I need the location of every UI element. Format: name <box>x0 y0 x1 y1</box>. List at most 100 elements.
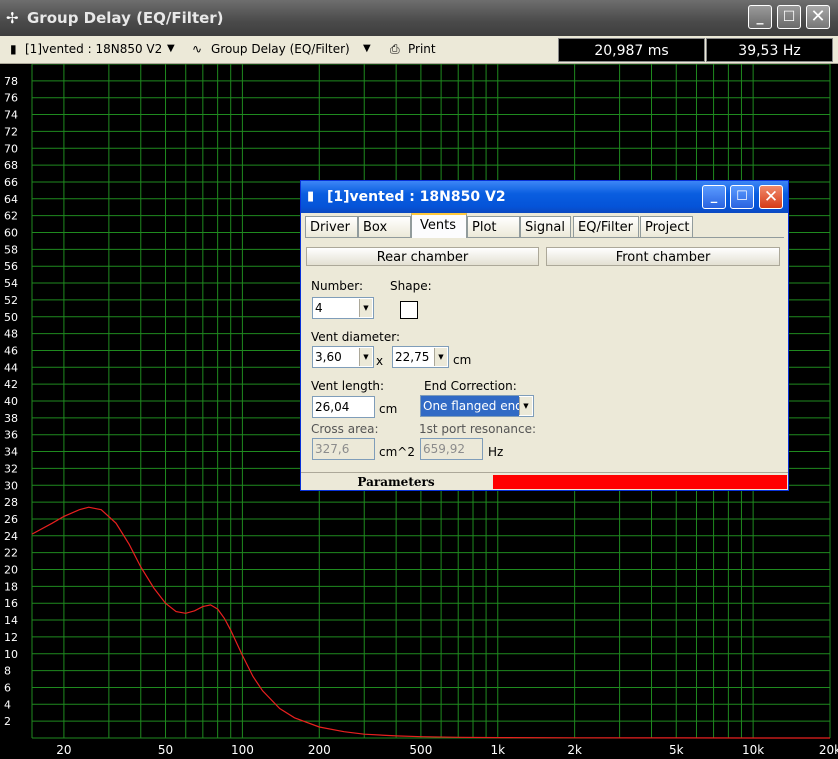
y-tick-label: 22 <box>4 547 18 560</box>
wave-icon: ∿ <box>192 42 203 56</box>
tab-eq-filter[interactable]: EQ/Filter <box>573 216 639 237</box>
y-tick-label: 2 <box>4 715 11 728</box>
minimize-icon: _ <box>756 9 764 25</box>
front-chamber-button[interactable]: Front chamber <box>546 247 780 266</box>
cross-area-label: Cross area: <box>311 422 379 436</box>
y-tick-label: 54 <box>4 277 18 290</box>
tab-plot[interactable]: Plot <box>467 216 520 237</box>
x-tick-label: 2k <box>567 743 582 757</box>
dialog-titlebar[interactable]: ▮ [1]vented : 18N850 V2 _ ☐ ✕ <box>301 181 788 213</box>
tab-driver[interactable]: Driver <box>305 216 358 237</box>
y-tick-label: 30 <box>4 479 18 492</box>
chevron-down-icon[interactable]: ▼ <box>434 348 447 366</box>
plot-dropdown-arrow-icon[interactable]: ▼ <box>363 39 371 59</box>
minimize-icon: _ <box>710 189 718 204</box>
port-resonance-label: 1st port resonance: <box>419 422 537 436</box>
number-select[interactable]: 4 ▼ <box>312 297 374 319</box>
dialog-maximize-button[interactable]: ☐ <box>730 185 754 209</box>
vented-box-dialog: ▮ [1]vented : 18N850 V2 _ ☐ ✕ Driver Box… <box>300 180 789 491</box>
vent-length-label: Vent length: <box>311 379 385 393</box>
group-delay-series-line <box>31 506 830 739</box>
printer-icon: ⎙ <box>390 42 400 56</box>
chevron-down-icon[interactable]: ▼ <box>359 299 372 317</box>
speaker-icon: ▮ <box>307 189 315 204</box>
y-tick-label: 42 <box>4 378 18 391</box>
shape-label: Shape: <box>390 279 432 293</box>
close-icon: ✕ <box>810 6 826 27</box>
minimize-button[interactable]: _ <box>748 5 772 29</box>
vent-diameter-input-1[interactable]: 3,60 ▼ <box>312 346 374 368</box>
port-resonance-unit: Hz <box>488 445 504 459</box>
driver-dropdown-arrow-icon[interactable]: ▼ <box>167 39 175 59</box>
maximize-button[interactable]: ☐ <box>777 5 801 29</box>
y-tick-label: 8 <box>4 665 11 678</box>
y-tick-label: 62 <box>4 210 18 223</box>
tab-signal[interactable]: Signal <box>520 216 571 237</box>
maximize-icon: ☐ <box>736 189 748 204</box>
vent-diameter-label: Vent diameter: <box>311 330 401 344</box>
number-label: Number: <box>311 279 364 293</box>
dialog-close-button[interactable]: ✕ <box>759 185 783 209</box>
crosshair-icon: ✢ <box>6 9 19 27</box>
y-tick-label: 12 <box>4 631 18 644</box>
y-tick-label: 26 <box>4 513 18 526</box>
vent-diameter-value-1: 3,60 <box>315 350 342 364</box>
vent-length-input[interactable]: 26,04 <box>312 396 375 418</box>
y-tick-label: 44 <box>4 361 18 374</box>
tab-box[interactable]: Box <box>358 216 411 237</box>
y-tick-label: 46 <box>4 344 18 357</box>
cross-area-field: 327,6 <box>312 438 375 460</box>
end-correction-select[interactable]: One flanged end ▼ <box>420 395 534 417</box>
x-tick-label: 100 <box>231 743 254 757</box>
y-tick-label: 20 <box>4 564 18 577</box>
y-tick-label: 50 <box>4 311 18 324</box>
y-tick-label: 32 <box>4 462 18 475</box>
maximize-icon: ☐ <box>782 9 796 25</box>
y-tick-label: 64 <box>4 193 18 206</box>
y-tick-label: 76 <box>4 92 18 105</box>
x-tick-label: 1k <box>490 743 505 757</box>
vent-length-unit: cm <box>379 402 398 416</box>
y-tick-label: 24 <box>4 530 18 543</box>
number-value: 4 <box>315 301 323 315</box>
y-tick-label: 56 <box>4 260 18 273</box>
print-label: Print <box>408 42 436 56</box>
y-tick-label: 10 <box>4 648 18 661</box>
frequency-readout: 39,53 Hz <box>706 38 833 62</box>
close-button[interactable]: ✕ <box>806 5 830 29</box>
y-tick-label: 48 <box>4 328 18 341</box>
y-tick-label: 28 <box>4 496 18 509</box>
x-tick-label: 500 <box>409 743 432 757</box>
window-titlebar: ✢ Group Delay (EQ/Filter) _ ☐ ✕ <box>0 0 838 36</box>
vent-diameter-input-2[interactable]: 22,75 ▼ <box>392 346 449 368</box>
y-tick-label: 34 <box>4 446 18 459</box>
plot-select-label: Group Delay (EQ/Filter) <box>211 42 350 56</box>
y-tick-label: 16 <box>4 597 18 610</box>
vent-diameter-value-2: 22,75 <box>395 350 430 364</box>
cross-area-unit: cm^2 <box>379 445 415 459</box>
y-tick-label: 52 <box>4 294 18 307</box>
y-tick-label: 72 <box>4 125 18 138</box>
y-tick-label: 74 <box>4 109 18 122</box>
y-tick-label: 4 <box>4 698 11 711</box>
diameter-x-label: x <box>376 354 384 368</box>
time-readout: 20,987 ms <box>558 38 705 62</box>
chevron-down-icon[interactable]: ▼ <box>359 348 372 366</box>
x-tick-label: 200 <box>308 743 331 757</box>
shape-swatch[interactable] <box>400 301 418 319</box>
x-tick-label: 5k <box>669 743 684 757</box>
tab-project[interactable]: Project <box>640 216 693 237</box>
vents-panel: Rear chamber Front chamber Number: Shape… <box>305 238 784 470</box>
y-tick-label: 40 <box>4 395 18 408</box>
x-tick-label: 20k <box>819 743 838 757</box>
y-tick-label: 38 <box>4 412 18 425</box>
y-tick-label: 60 <box>4 227 18 240</box>
window-title: Group Delay (EQ/Filter) <box>27 9 224 27</box>
y-tick-label: 58 <box>4 243 18 256</box>
dialog-minimize-button[interactable]: _ <box>702 185 726 209</box>
chevron-down-icon[interactable]: ▼ <box>519 397 532 415</box>
y-tick-label: 18 <box>4 580 18 593</box>
rear-chamber-button[interactable]: Rear chamber <box>306 247 539 266</box>
tab-vents[interactable]: Vents <box>411 213 467 238</box>
y-tick-label: 70 <box>4 142 18 155</box>
